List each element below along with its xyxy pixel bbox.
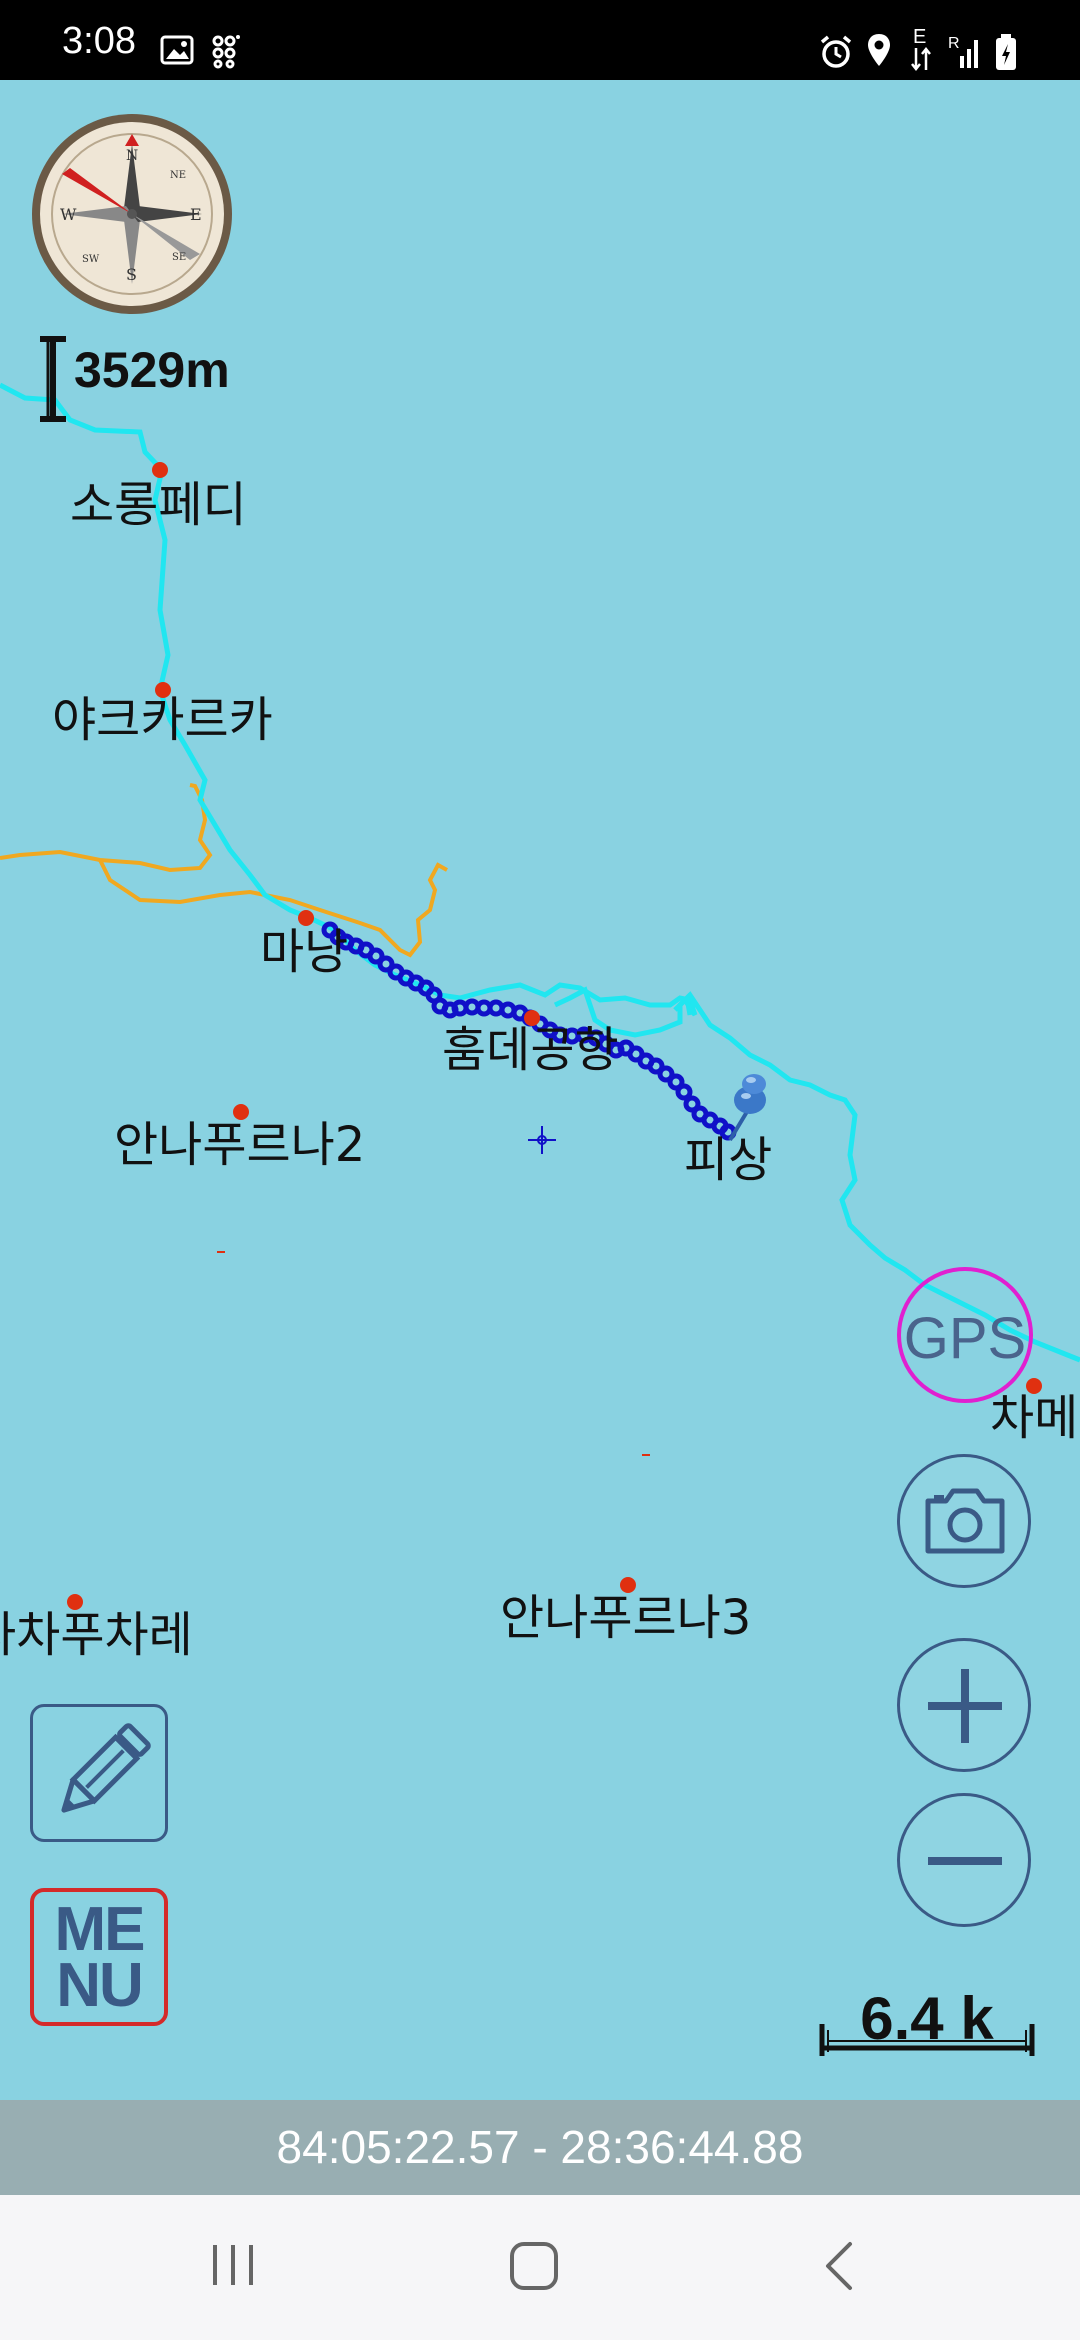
data-arrows-icon: [911, 46, 931, 72]
image-icon: [160, 35, 194, 65]
gps-button[interactable]: GPS: [897, 1267, 1033, 1403]
edit-button[interactable]: [30, 1704, 168, 1842]
svg-text:NE: NE: [170, 170, 186, 181]
svg-text:SW: SW: [82, 254, 100, 265]
place-label-manang[interactable]: 마낭: [260, 912, 348, 982]
place-label-annapurna3[interactable]: 안나푸르나3: [500, 1578, 751, 1648]
gps-button-label: GPS: [903, 1306, 1027, 1371]
place-label-humde[interactable]: 훔데공항: [442, 1010, 619, 1080]
plus-icon: [928, 1669, 1002, 1743]
zoom-out-button[interactable]: [897, 1793, 1031, 1927]
menu-label-line2: NU: [56, 1951, 144, 2020]
place-label-sorongpedi[interactable]: 소롱페디: [70, 465, 247, 535]
altitude-indicator: 3529m: [36, 335, 230, 430]
status-bar: 3:08 E R: [0, 0, 1080, 80]
camera-button[interactable]: [897, 1454, 1031, 1588]
svg-text:E: E: [190, 205, 202, 224]
altitude-bar-icon: [40, 336, 66, 422]
menu-label-line1: ME: [54, 1895, 146, 1964]
place-label-pisang[interactable]: 피상: [684, 1120, 772, 1190]
recents-icon[interactable]: [208, 2240, 258, 2290]
svg-text:S: S: [126, 265, 137, 284]
altitude-value: 3529m: [74, 342, 230, 398]
system-nav-bar: [0, 2195, 1080, 2340]
svg-text:W: W: [60, 205, 77, 224]
map-center-crosshair: [528, 1126, 556, 1154]
home-icon[interactable]: [508, 2240, 562, 2294]
alarm-icon: [820, 35, 852, 68]
compass-icon[interactable]: N S W E NE SW SE: [30, 112, 234, 316]
menu-button[interactable]: ME NU: [30, 1888, 168, 2026]
coordinate-readout: 84:05:22.57 - 28:36:44.88: [0, 2100, 1080, 2195]
svg-text:N: N: [126, 148, 138, 164]
signal-icon: R: [948, 35, 978, 68]
side-trail-1: [0, 783, 213, 873]
svg-text:SE: SE: [172, 252, 186, 263]
menu-button-label: ME NU: [34, 1895, 164, 2020]
svg-text:R: R: [948, 35, 960, 52]
pencil-icon: [61, 1723, 151, 1813]
camera-icon: [925, 1488, 1005, 1554]
minus-icon: [928, 1857, 1002, 1865]
scale-bar: 6.4 k: [818, 1985, 1036, 2060]
back-icon[interactable]: [820, 2240, 860, 2294]
qr-grid-icon: [212, 35, 240, 69]
place-label-annapurna2[interactable]: 안나푸르나2: [114, 1105, 365, 1175]
map-view[interactable]: N S W E NE SW SE 3529m 소롱페디 야크카르카 마낭 훔데공…: [0, 80, 1080, 2100]
place-label-yakkarka[interactable]: 야크카르카: [52, 680, 273, 750]
zoom-in-button[interactable]: [897, 1638, 1031, 1772]
place-label-tachaputsare[interactable]: 타차푸차레: [0, 1595, 193, 1665]
scale-ruler: [819, 2024, 1035, 2056]
location-icon: [868, 34, 890, 66]
battery-icon: [996, 34, 1016, 70]
status-time: 3:08: [62, 20, 136, 62]
